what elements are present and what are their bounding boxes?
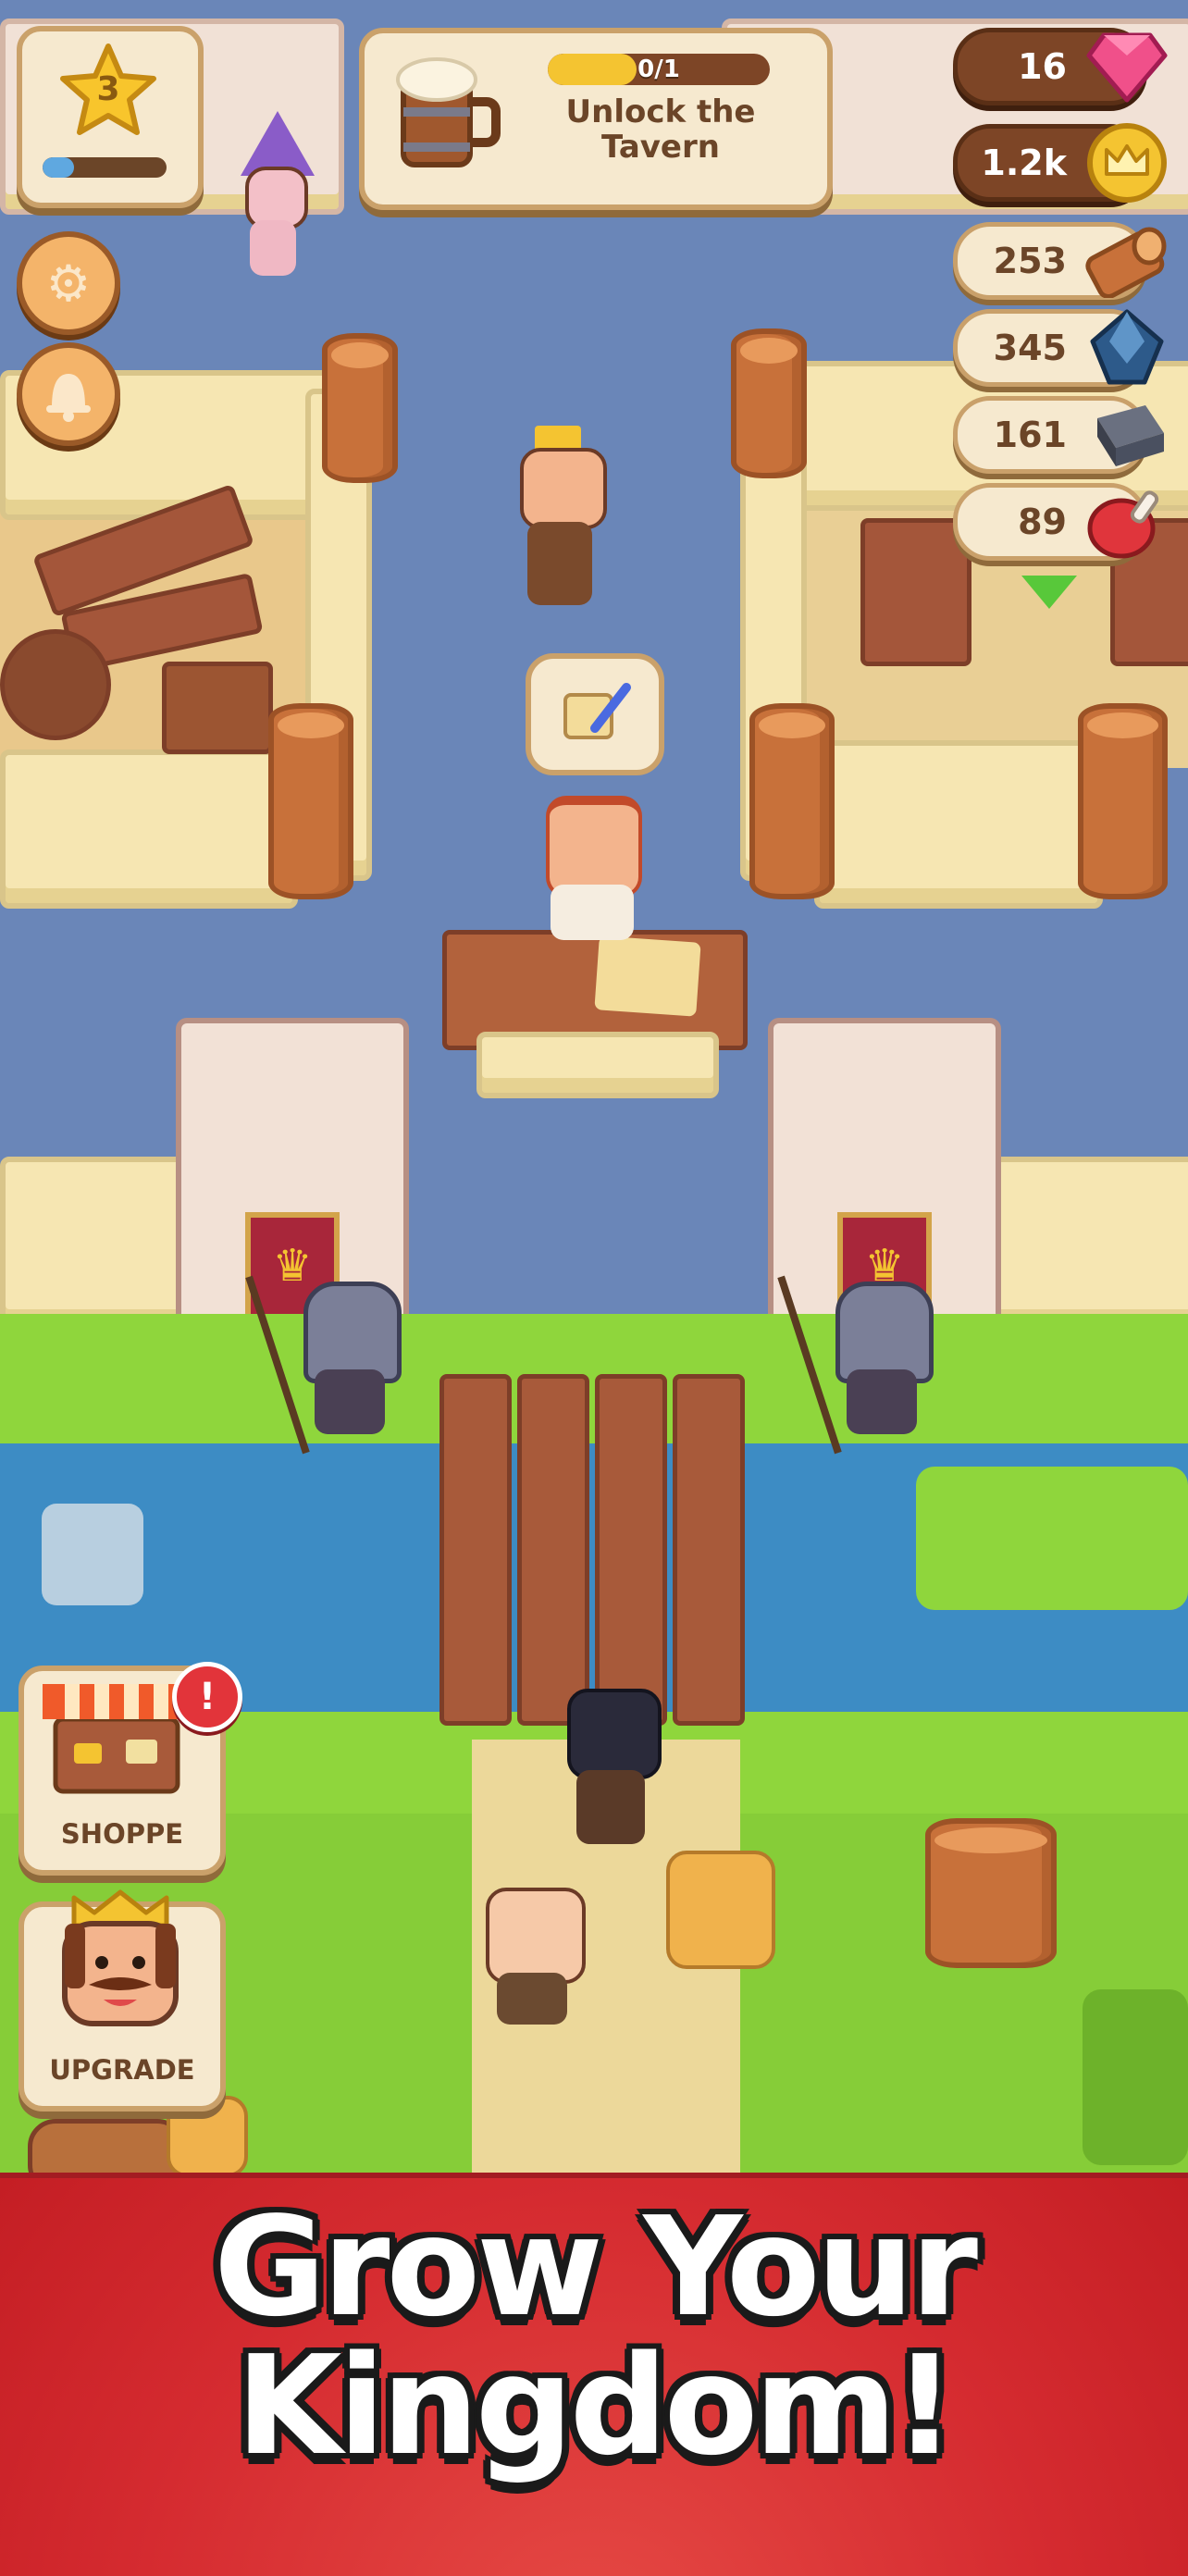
scribe-body xyxy=(551,885,634,940)
down-arrow-icon[interactable] xyxy=(1021,576,1077,609)
right-post-lower xyxy=(749,703,835,899)
guard-left[interactable] xyxy=(245,1275,407,1455)
wizard-character[interactable] xyxy=(222,111,324,278)
crowns-value: 1.2k xyxy=(981,142,1067,183)
bridge-plank xyxy=(517,1374,589,1726)
guard-helmet xyxy=(303,1282,402,1383)
quest-panel[interactable]: 0/1 Unlock the Tavern xyxy=(359,28,833,210)
scribe-character[interactable] xyxy=(532,796,652,944)
villager-head xyxy=(567,1689,662,1779)
villager-bald[interactable] xyxy=(476,1888,588,2026)
crown-coin-icon[interactable] xyxy=(1083,119,1170,206)
villager-body xyxy=(497,1973,567,2025)
bridge-plank xyxy=(439,1374,512,1726)
scribe-desk-base xyxy=(476,1032,719,1098)
bush xyxy=(1083,1989,1188,2165)
meat-value: 89 xyxy=(1018,502,1067,542)
grass-block-right xyxy=(916,1467,1188,1610)
meat-icon[interactable] xyxy=(1083,478,1170,565)
ice-block xyxy=(42,1504,143,1605)
villager-head xyxy=(486,1888,586,1984)
crystal-value: 345 xyxy=(993,328,1067,368)
gem-icon[interactable] xyxy=(1083,23,1170,110)
bridge-plank xyxy=(595,1374,667,1726)
wooden-bridge[interactable] xyxy=(439,1374,745,1726)
guard-right[interactable] xyxy=(777,1275,939,1455)
level-progress-bar xyxy=(43,157,167,178)
crystal-icon[interactable] xyxy=(1083,304,1170,391)
alert-mark: ! xyxy=(198,1676,217,1718)
level-badge[interactable]: 3 xyxy=(17,26,204,208)
wooden-crate xyxy=(162,662,273,754)
villager-waving[interactable] xyxy=(648,1851,775,1989)
quest-progress-text: 0/1 xyxy=(637,56,680,83)
quest-progress-bar: 0/1 xyxy=(548,54,770,85)
king-portrait-icon xyxy=(62,1889,179,2026)
level-progress-fill xyxy=(43,157,74,178)
settings-button[interactable]: ⚙ xyxy=(17,231,120,335)
mid-wall-right xyxy=(981,1157,1188,1330)
gems-counter[interactable]: 16 xyxy=(953,28,1168,105)
crowns-counter[interactable]: 1.2k xyxy=(953,123,1167,203)
right-yard-front-wall xyxy=(814,740,1103,909)
scroll-quill-icon xyxy=(563,683,631,739)
right-post-upper xyxy=(731,328,807,478)
iron-value: 161 xyxy=(993,415,1067,455)
level-number: 3 xyxy=(96,70,120,108)
meat-counter[interactable]: 89 xyxy=(953,483,1159,561)
tagline-line-1: Grow Your xyxy=(213,2187,978,2347)
king-body xyxy=(527,522,592,605)
villager-dark-hair[interactable] xyxy=(560,1689,662,1851)
fallen-barrel xyxy=(0,629,111,740)
shoppe-alert-badge[interactable]: ! xyxy=(172,1662,242,1732)
scribe-head xyxy=(546,796,642,898)
quest-title: Unlock the Tavern xyxy=(565,93,756,166)
villager-body xyxy=(576,1770,645,1844)
villager-head xyxy=(666,1851,775,1969)
bridge-plank xyxy=(673,1374,745,1726)
right-post-far xyxy=(1078,703,1168,899)
guard-body xyxy=(315,1369,385,1434)
left-post-upper xyxy=(322,333,398,483)
wood-log-icon[interactable] xyxy=(1083,217,1170,304)
desk-paper xyxy=(594,935,701,1017)
upgrade-button[interactable]: UPGRADE xyxy=(19,1889,226,2112)
market-table xyxy=(860,518,971,666)
iron-ingot-icon[interactable] xyxy=(1083,391,1170,478)
guard-body xyxy=(847,1369,917,1434)
upgrade-label: UPGRADE xyxy=(49,2054,195,2086)
wood-value: 253 xyxy=(993,241,1067,281)
guard-helmet xyxy=(835,1282,934,1383)
gems-value: 16 xyxy=(1018,46,1067,87)
gear-icon: ⚙ xyxy=(45,254,92,313)
promo-tagline: Grow Your Kingdom! xyxy=(0,2198,1188,2475)
beer-mug-icon xyxy=(396,57,501,167)
king-head xyxy=(520,448,607,529)
left-post-lower xyxy=(268,703,353,899)
shoppe-button[interactable]: SHOPPE ! xyxy=(19,1662,242,1876)
bell-icon xyxy=(46,374,91,422)
iron-counter[interactable]: 161 xyxy=(953,396,1164,474)
left-yard-front-wall xyxy=(0,749,298,909)
scribe-speech-bubble[interactable] xyxy=(526,653,664,775)
crystal-counter[interactable]: 345 xyxy=(953,309,1164,387)
wood-counter[interactable]: 253 xyxy=(953,222,1167,300)
notifications-button[interactable] xyxy=(17,342,120,446)
wizard-body xyxy=(250,220,296,276)
king-character[interactable] xyxy=(509,426,611,611)
shoppe-label: SHOPPE xyxy=(60,1818,184,1850)
tree-stump[interactable] xyxy=(925,1818,1057,1968)
tagline-line-2: Kingdom! xyxy=(235,2326,956,2485)
